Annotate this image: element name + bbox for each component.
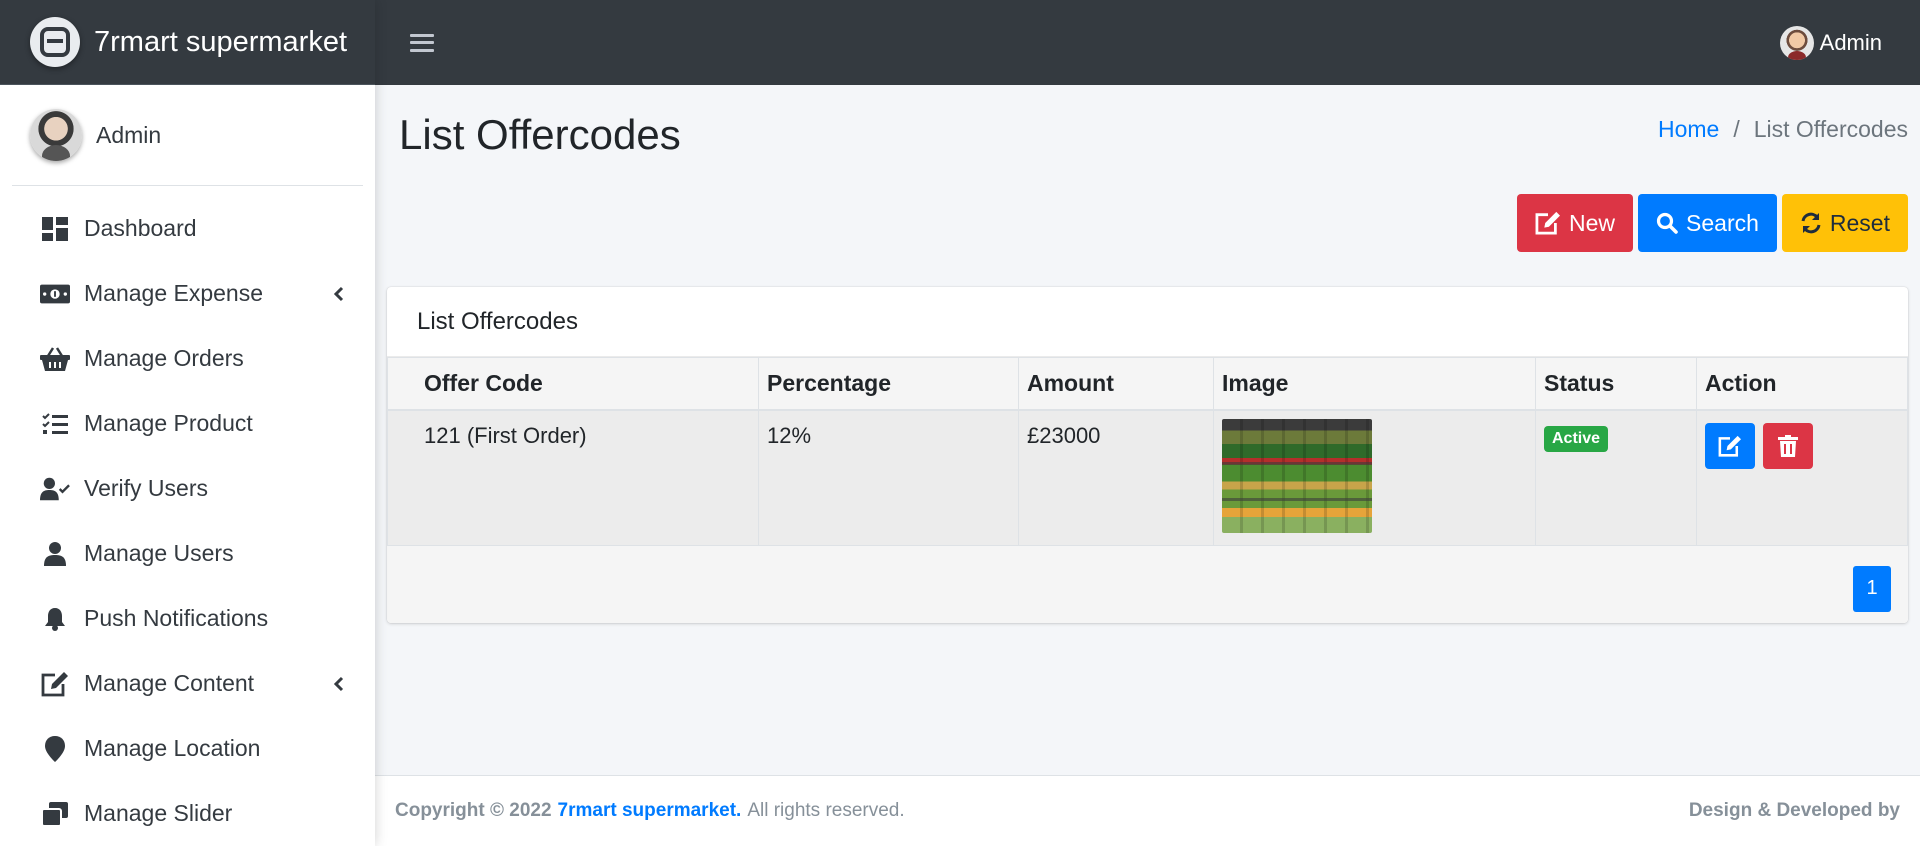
- cell-percentage: 12%: [758, 409, 1019, 546]
- sidebar-item-verify-users[interactable]: Verify Users: [0, 456, 375, 521]
- sidebar-item-dashboard[interactable]: Dashboard: [0, 196, 375, 261]
- cell-amount: £23000: [1018, 409, 1214, 546]
- sidebar-item-label: Manage Location: [84, 735, 261, 761]
- user-icon: [40, 539, 70, 569]
- cell-status: Active: [1535, 409, 1697, 546]
- user-panel: Admin: [12, 85, 363, 186]
- sync-icon: [1801, 212, 1821, 234]
- footer-brand-link[interactable]: 7rmart supermarket.: [558, 800, 742, 822]
- footer-credit: Design & Developed by: [1688, 800, 1900, 821]
- card-title: List Offercodes: [387, 287, 1908, 357]
- sidebar-item-label: Dashboard: [84, 215, 197, 241]
- main-sidebar: 7rmart supermarket Admin Dashboard Manag…: [0, 0, 375, 846]
- search-button-label: Search: [1686, 209, 1759, 236]
- sidebar-item-label: Manage Slider: [84, 800, 233, 826]
- reset-button-label: Reset: [1829, 209, 1890, 236]
- column-header-action: Action: [1696, 357, 1908, 411]
- table-header-row: Offer Code Percentage Amount Image Statu…: [387, 357, 1908, 411]
- brand-name: 7rmart supermarket: [94, 25, 348, 58]
- sidebar-item-manage-location[interactable]: Manage Location: [0, 716, 375, 781]
- user-avatar: [30, 109, 82, 161]
- status-badge: Active: [1544, 425, 1609, 452]
- column-header-amount: Amount: [1018, 357, 1214, 411]
- basket-icon: [40, 344, 70, 374]
- offer-image: [1222, 418, 1372, 533]
- sidebar-item-manage-slider[interactable]: Manage Slider: [0, 781, 375, 846]
- sidebar-item-label: Push Notifications: [84, 605, 269, 631]
- sidebar-item-push-notifications[interactable]: Push Notifications: [0, 586, 375, 651]
- cell-image: [1213, 409, 1536, 546]
- offercodes-table: Offer Code Percentage Amount Image Statu…: [387, 357, 1908, 546]
- sidebar-item-manage-orders[interactable]: Manage Orders: [0, 326, 375, 391]
- reset-button[interactable]: Reset: [1781, 194, 1908, 252]
- bell-icon: [40, 604, 70, 634]
- top-user-name: Admin: [1819, 29, 1882, 55]
- sidebar-item-label: Manage Expense: [84, 280, 264, 306]
- cell-action: [1696, 409, 1908, 546]
- map-marker-icon: [40, 734, 70, 764]
- sidebar-item-label: Manage Product: [84, 410, 253, 436]
- top-navbar: Admin: [375, 0, 1920, 85]
- page-title: List Offercodes: [399, 111, 681, 158]
- cell-offer-code: 121 (First Order): [387, 409, 759, 546]
- breadcrumb: Home / List Offercodes: [1658, 116, 1908, 143]
- new-button[interactable]: New: [1517, 194, 1634, 252]
- table-row: 121 (First Order) 12% £23000 Active: [387, 409, 1908, 546]
- new-button-label: New: [1569, 209, 1616, 236]
- edit-icon: [1535, 211, 1561, 235]
- dashboard-icon: [40, 214, 70, 244]
- brand-link[interactable]: 7rmart supermarket: [0, 0, 375, 85]
- top-user-menu[interactable]: Admin: [1779, 25, 1882, 60]
- search-icon: [1656, 212, 1678, 234]
- trash-icon: [1778, 434, 1799, 457]
- sidebar-item-label: Manage Content: [84, 670, 255, 696]
- edit-icon: [1718, 435, 1741, 457]
- edit-row-button[interactable]: [1705, 422, 1755, 469]
- sidebar-item-label: Manage Users: [84, 540, 234, 566]
- money-bill-icon: [40, 279, 70, 309]
- column-header-offer-code: Offer Code: [387, 357, 759, 411]
- breadcrumb-current: List Offercodes: [1753, 116, 1908, 142]
- column-header-status: Status: [1535, 357, 1697, 411]
- card-footer: 1: [387, 545, 1908, 623]
- column-header-percentage: Percentage: [758, 357, 1019, 411]
- column-header-image: Image: [1213, 357, 1536, 411]
- menu-toggle-icon[interactable]: [410, 32, 434, 54]
- footer-copyright: Copyright © 2022: [395, 800, 552, 821]
- pagination-page-1[interactable]: 1: [1853, 565, 1891, 612]
- sidebar-nav: Dashboard Manage Expense Manage Orders M…: [0, 186, 375, 846]
- chevron-left-icon: [331, 286, 347, 302]
- sidebar-item-manage-product[interactable]: Manage Product: [0, 391, 375, 456]
- sidebar-item-manage-expense[interactable]: Manage Expense: [0, 261, 375, 326]
- brand-logo-icon: [30, 17, 80, 67]
- main-content: List Offercodes Home / List Offercodes N…: [375, 85, 1920, 775]
- offercodes-card: List Offercodes Offer Code Percentage Am…: [387, 287, 1908, 623]
- action-buttons: New Search Reset: [1517, 194, 1908, 252]
- window-restore-icon: [40, 799, 70, 829]
- sidebar-item-label: Verify Users: [84, 475, 208, 501]
- sidebar-item-label: Manage Orders: [84, 345, 244, 371]
- edit-icon: [40, 669, 70, 699]
- page-footer: Copyright © 2022 7rmart supermarket. All…: [375, 775, 1920, 846]
- sidebar-item-manage-users[interactable]: Manage Users: [0, 521, 375, 586]
- breadcrumb-home-link[interactable]: Home: [1658, 116, 1719, 143]
- user-panel-name[interactable]: Admin: [96, 122, 161, 149]
- user-check-icon: [40, 474, 70, 504]
- delete-row-button[interactable]: [1763, 422, 1814, 469]
- breadcrumb-separator: /: [1733, 116, 1740, 142]
- list-check-icon: [40, 409, 70, 439]
- search-button[interactable]: Search: [1638, 194, 1777, 252]
- footer-rights: All rights reserved.: [747, 800, 905, 821]
- sidebar-item-manage-content[interactable]: Manage Content: [0, 651, 375, 716]
- chevron-left-icon: [331, 676, 347, 692]
- top-user-avatar: [1779, 25, 1814, 60]
